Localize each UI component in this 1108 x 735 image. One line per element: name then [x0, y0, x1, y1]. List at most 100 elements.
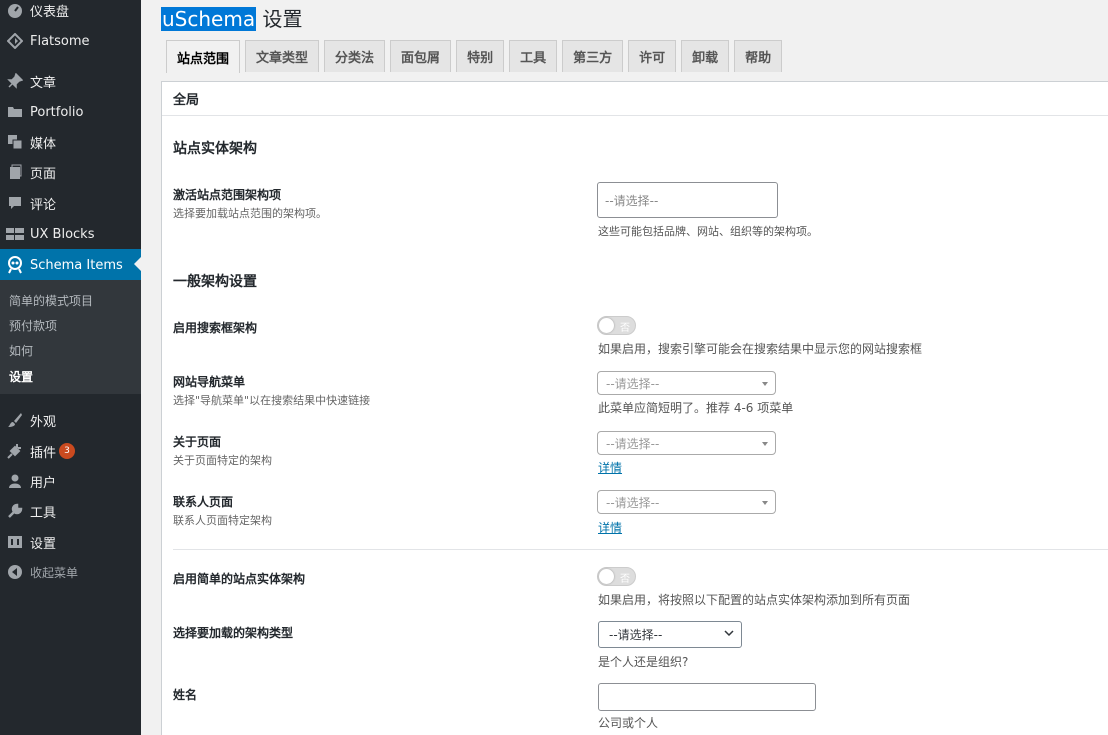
field-label-schema-type: 选择要加载的架构类型 — [173, 626, 294, 640]
submenu-prepayment[interactable]: 预付款项 — [9, 317, 57, 334]
settings-icon — [6, 533, 24, 551]
menu-pages[interactable]: 页面 — [0, 157, 141, 187]
menu-media[interactable]: 媒体 — [0, 127, 141, 157]
panel-heading: 全局 — [162, 82, 1108, 116]
tab-license[interactable]: 许可 — [628, 40, 677, 72]
menu-label: 外观 — [30, 414, 57, 430]
menu-comments[interactable]: 评论 — [0, 188, 141, 218]
submenu-settings[interactable]: 设置 — [9, 368, 33, 385]
tab-tools[interactable]: 工具 — [509, 40, 558, 72]
field-desc-nav-menu: 选择"导航菜单"以在搜索结果中快速链接 — [173, 394, 371, 407]
page-title-rest: 设置 — [256, 7, 303, 31]
user-icon — [6, 472, 24, 490]
menu-label: Flatsome — [30, 33, 90, 49]
menu-label: 页面 — [30, 166, 57, 182]
menu-users[interactable]: 用户 — [0, 466, 141, 496]
menu-label: 评论 — [30, 197, 57, 213]
simple-entity-hint: 如果启用，将按照以下配置的站点实体架构添加到所有页面 — [598, 593, 911, 607]
menu-label: 设置 — [30, 536, 57, 552]
media-icon — [6, 133, 24, 151]
submenu-howto[interactable]: 如何 — [9, 342, 33, 359]
field-label-nav-menu: 网站导航菜单 — [173, 375, 246, 389]
field-desc-site-wide-schema: 选择要加载站点范围的架构项。 — [173, 207, 327, 220]
page-icon — [6, 163, 24, 181]
menu-label: 仪表盘 — [30, 4, 70, 20]
toggle-label: 否 — [620, 323, 630, 334]
toggle-label: 否 — [620, 574, 630, 585]
collapse-icon — [6, 563, 24, 581]
menu-dashboard[interactable]: 仪表盘 — [0, 0, 141, 25]
site-wide-schema-select[interactable]: --请选择-- — [597, 182, 778, 218]
comment-icon — [6, 194, 24, 212]
field-label-site-wide-schema: 激活站点范围架构项 — [173, 188, 282, 202]
menu-label: 文章 — [30, 75, 57, 91]
menu-label: Portfolio — [30, 104, 84, 120]
contact-page-details-link[interactable]: 详情 — [598, 519, 622, 536]
submenu-simple-schema[interactable]: 简单的模式项目 — [9, 292, 93, 309]
menu-ux-blocks[interactable]: UX Blocks — [0, 219, 141, 249]
folder-icon — [6, 103, 24, 121]
grid-icon — [6, 225, 24, 243]
menu-posts[interactable]: 文章 — [0, 66, 141, 96]
collapse-menu-button[interactable]: 收起菜单 — [0, 557, 141, 587]
menu-tools[interactable]: 工具 — [0, 496, 141, 526]
tab-help[interactable]: 帮助 — [734, 40, 783, 72]
settings-panel: 全局 站点实体架构 激活站点范围架构项 选择要加载站点范围的架构项。 --请选择… — [161, 81, 1108, 735]
tab-third-party[interactable]: 第三方 — [562, 40, 624, 72]
menu-label: 插件 — [30, 445, 57, 461]
page-title-highlight: uSchema — [161, 7, 257, 31]
search-box-hint: 如果启用，搜索引擎可能会在搜索结果中显示您的网站搜索框 — [598, 342, 923, 356]
nav-menu-select[interactable]: --请选择-- — [597, 371, 776, 395]
tab-uninstall[interactable]: 卸载 — [681, 40, 730, 72]
tab-post-types[interactable]: 文章类型 — [245, 40, 320, 72]
name-hint: 公司或个人 — [598, 716, 659, 730]
tab-special[interactable]: 特别 — [456, 40, 505, 72]
field-label-name: 姓名 — [173, 688, 198, 702]
menu-label: Schema Items — [30, 257, 123, 273]
section-title-general: 一般架构设置 — [173, 274, 257, 290]
menu-portfolio[interactable]: Portfolio — [0, 97, 141, 127]
field-desc-contact-page: 联系人页面特定架构 — [173, 514, 272, 527]
settings-tabs: 站点范围 文章类型 分类法 面包屑 特别 工具 第三方 许可 卸载 帮助 — [166, 40, 787, 73]
menu-label: UX Blocks — [30, 226, 95, 242]
tab-breadcrumbs[interactable]: 面包屑 — [390, 40, 452, 72]
about-page-details-link[interactable]: 详情 — [598, 459, 622, 476]
brush-icon — [6, 411, 24, 429]
menu-settings[interactable]: 设置 — [0, 527, 141, 557]
tab-taxonomies[interactable]: 分类法 — [324, 40, 386, 72]
toggle-knob — [599, 318, 614, 333]
flatsome-icon — [6, 32, 24, 50]
about-page-select[interactable]: --请选择-- — [597, 431, 776, 455]
menu-label: 用户 — [30, 475, 57, 491]
schema-type-hint: 是个人还是组织? — [598, 655, 689, 669]
dashboard-icon — [6, 1, 24, 19]
field-label-simple-entity: 启用简单的站点实体架构 — [173, 572, 306, 586]
name-input[interactable] — [598, 683, 816, 711]
pin-icon — [6, 72, 24, 90]
menu-appearance[interactable]: 外观 — [0, 405, 141, 435]
main-content: uSchema 设置 站点范围 文章类型 分类法 面包屑 特别 工具 第三方 许… — [141, 0, 1108, 735]
section-divider — [173, 549, 1108, 550]
menu-label: 工具 — [30, 505, 57, 521]
site-wide-schema-hint: 这些可能包括品牌、网站、组织等的架构项。 — [598, 225, 818, 238]
contact-page-select[interactable]: --请选择-- — [597, 490, 776, 514]
menu-schema-items[interactable]: Schema Items — [0, 249, 141, 281]
schema-type-value: --请选择-- — [609, 628, 663, 642]
field-label-about-page: 关于页面 — [173, 435, 222, 449]
simple-entity-toggle[interactable]: 否 — [597, 567, 636, 586]
field-label-search-box: 启用搜索框架构 — [173, 321, 258, 335]
schema-icon — [6, 256, 24, 274]
menu-plugins[interactable]: 插件 3 — [0, 436, 141, 466]
field-label-contact-page: 联系人页面 — [173, 495, 234, 509]
menu-label: 媒体 — [30, 136, 57, 152]
tab-site-wide[interactable]: 站点范围 — [166, 40, 241, 73]
page-title: uSchema 设置 — [161, 3, 302, 32]
field-desc-about-page: 关于页面特定的架构 — [173, 454, 272, 467]
admin-sidebar: 仪表盘 Flatsome 文章 Portfolio 媒体 页面 评论 UX Bl… — [0, 0, 141, 735]
schema-submenu: 简单的模式项目 预付款项 如何 设置 — [0, 280, 141, 394]
section-title-site-entity: 站点实体架构 — [173, 141, 257, 157]
search-box-toggle[interactable]: 否 — [597, 316, 636, 335]
schema-type-select[interactable]: --请选择-- — [598, 621, 742, 648]
plugin-icon — [6, 442, 24, 460]
menu-flatsome[interactable]: Flatsome — [0, 26, 141, 56]
